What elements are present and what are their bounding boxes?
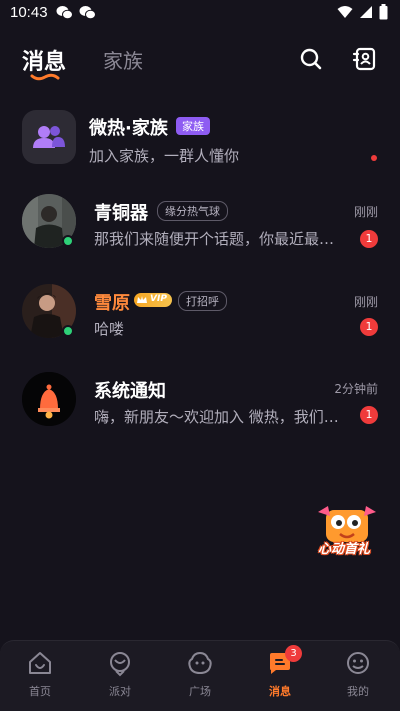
relation-tag: 缘分热气球 (157, 201, 228, 221)
notification-icons (56, 5, 96, 20)
system-icons (337, 4, 388, 20)
battery-icon (379, 4, 388, 20)
status-time: 10:43 (10, 4, 48, 21)
conversation-preview: 嗨，新朋友～欢迎加入 微热，我们… (94, 408, 339, 426)
nav-profile[interactable]: 我的 (326, 649, 390, 707)
nav-label: 消息 (269, 685, 291, 698)
conversation-name: 微热·家族 (89, 118, 168, 139)
family-group-icon (22, 110, 76, 164)
tab-active-indicator (30, 73, 60, 81)
crown-icon (137, 296, 147, 303)
unread-dot (371, 155, 377, 161)
conversation-name: 雪原 (94, 293, 130, 314)
vip-label: VIP (150, 294, 167, 304)
bell-icon (22, 372, 76, 426)
conversation-time: 2分钟前 (334, 382, 378, 396)
nav-square[interactable]: 广场 (168, 649, 232, 707)
header-tabs: 消息 家族 (0, 40, 400, 81)
nav-label: 广场 (189, 685, 211, 698)
conversation-item[interactable]: 微热·家族 家族 加入家族，一群人懂你 (0, 108, 400, 178)
bell-avatar (22, 372, 76, 426)
nav-label: 我的 (347, 685, 369, 698)
conversation-time: 刚刚 (353, 295, 378, 309)
conversation-preview: 那我们来随便开个话题，你最近最… (94, 230, 335, 248)
bottom-navigation: 首页 派对 广场 3 消息 我的 (0, 640, 400, 711)
conversation-name: 青铜器 (94, 203, 148, 224)
first-gift-label: 心动首礼 (318, 542, 371, 557)
search-icon[interactable] (298, 46, 324, 72)
conversation-preview: 加入家族，一群人懂你 (89, 147, 240, 165)
unread-badge: 1 (360, 318, 378, 336)
party-icon (110, 652, 130, 677)
nav-unread-badge: 3 (285, 645, 302, 662)
wechat-icon (79, 6, 96, 20)
unread-badge: 1 (360, 406, 378, 424)
conversation-time: 刚刚 (353, 205, 378, 219)
family-tag: 家族 (176, 117, 210, 135)
first-gift-floating-button[interactable]: 心动首礼 (316, 500, 378, 558)
status-bar: 10:43 (0, 0, 400, 28)
tab-family[interactable]: 家族 (103, 45, 143, 74)
nav-home[interactable]: 首页 (8, 649, 72, 707)
online-status-dot (62, 235, 74, 247)
nav-messages[interactable]: 3 消息 (248, 645, 312, 707)
profile-icon (347, 652, 369, 674)
conversation-name: 系统通知 (94, 381, 166, 402)
vip-badge: VIP (134, 293, 172, 307)
wifi-icon (337, 6, 353, 18)
contacts-icon[interactable] (352, 46, 378, 72)
online-status-dot (62, 325, 74, 337)
nav-party[interactable]: 派对 (88, 649, 152, 707)
conversation-preview: 哈喽 (94, 320, 125, 338)
conversation-item[interactable]: 雪原 VIP 打招呼 刚刚 哈喽 1 (0, 282, 400, 352)
greeting-tag: 打招呼 (178, 291, 227, 311)
nav-label: 首页 (29, 685, 51, 698)
tab-messages[interactable]: 消息 (22, 44, 66, 76)
conversation-item[interactable]: 系统通知 2分钟前 嗨，新朋友～欢迎加入 微热，我们… 1 (0, 370, 400, 440)
wechat-icon (56, 6, 73, 20)
signal-icon (360, 6, 372, 18)
conversation-item[interactable]: 青铜器 缘分热气球 刚刚 那我们来随便开个话题，你最近最… 1 (0, 192, 400, 262)
nav-label: 派对 (109, 685, 131, 698)
unread-badge: 1 (360, 230, 378, 248)
home-icon (29, 652, 51, 674)
square-icon (188, 651, 212, 675)
